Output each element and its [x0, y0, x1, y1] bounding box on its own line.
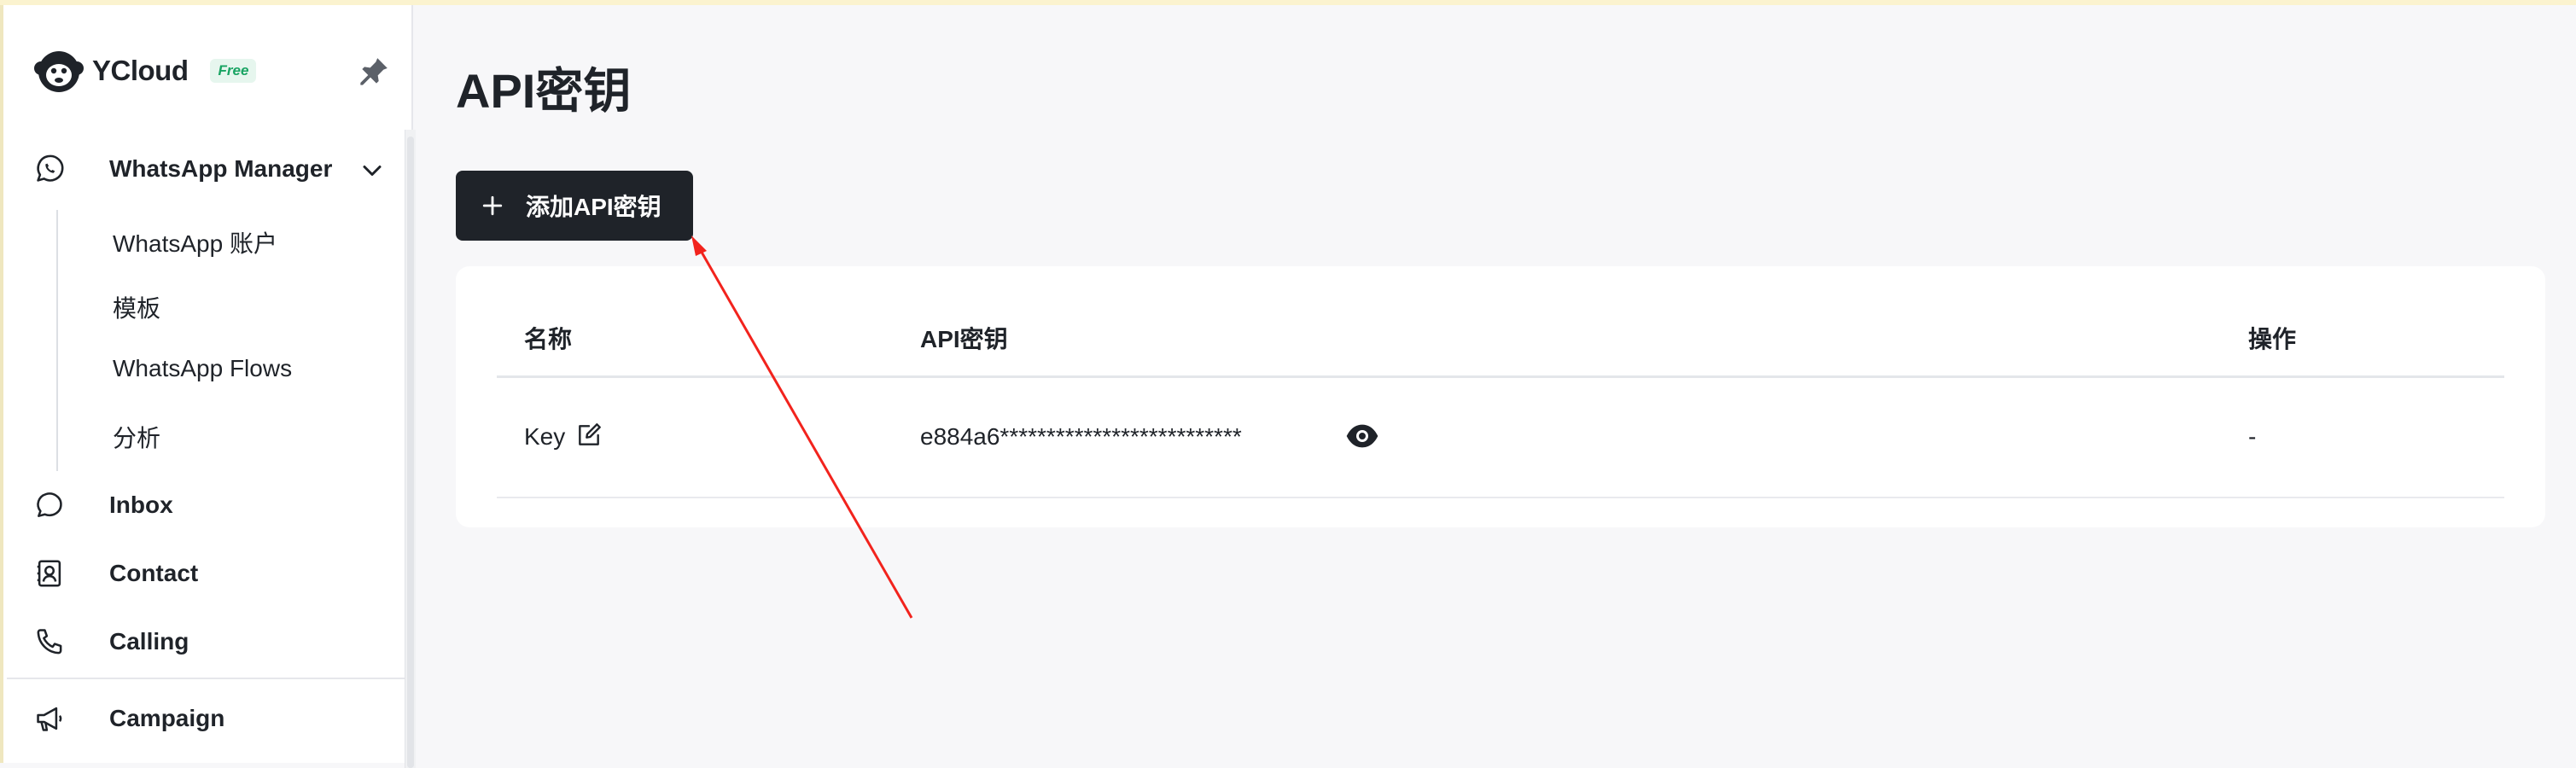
phone-icon	[31, 623, 68, 660]
sidebar-item-label: Campaign	[109, 705, 225, 731]
sidebar-item-contact[interactable]: Contact	[31, 550, 198, 597]
column-header-api-key: API密钥	[920, 326, 1008, 352]
chevron-down-icon[interactable]	[357, 155, 388, 186]
sidebar-item-campaign[interactable]: Campaign	[31, 695, 224, 742]
sidebar-item-calling[interactable]: Calling	[31, 618, 189, 666]
submenu-item-whatsapp-account[interactable]: WhatsApp 账户	[113, 225, 277, 259]
table-row-divider	[497, 497, 2504, 498]
chat-bubble-icon	[31, 486, 68, 524]
add-api-key-button[interactable]: 添加API密钥	[456, 171, 693, 241]
plan-badge: Free	[210, 59, 257, 83]
monkey-logo-icon	[34, 51, 84, 92]
submenu-item-analytics[interactable]: 分析	[113, 420, 160, 454]
api-key-value-cell: e884a6**************************	[920, 423, 1242, 450]
main-content: API密钥 添加API密钥 名称 API密钥 操作 Key e884a6****…	[413, 5, 2576, 763]
sidebar-item-label: Inbox	[109, 492, 173, 518]
plus-icon	[482, 195, 503, 216]
whatsapp-icon	[31, 150, 68, 188]
sidebar: YCloud Free WhatsApp Manager WhatsApp 账户…	[3, 5, 416, 768]
contact-card-icon	[31, 555, 68, 592]
pin-icon[interactable]	[357, 55, 391, 89]
sidebar-item-whatsapp-manager[interactable]: WhatsApp Manager	[31, 145, 332, 193]
edit-icon[interactable]	[575, 422, 603, 449]
column-header-actions: 操作	[2248, 326, 2297, 352]
column-header-name: 名称	[524, 326, 573, 352]
action-cell: -	[2248, 423, 2257, 450]
submenu-guide-line	[56, 210, 58, 471]
api-key-table: 名称 API密钥 操作 Key e884a6******************…	[456, 266, 2545, 527]
sidebar-item-label: Calling	[109, 628, 189, 655]
megaphone-icon	[31, 700, 68, 737]
submenu-item-whatsapp-flows[interactable]: WhatsApp Flows	[113, 355, 292, 382]
brand-logo[interactable]: YCloud Free	[31, 43, 257, 99]
sidebar-divider	[7, 678, 405, 679]
submenu-item-templates[interactable]: 模板	[113, 290, 160, 324]
add-api-key-label: 添加API密钥	[526, 194, 661, 220]
eye-icon[interactable]	[1345, 423, 1379, 449]
brand-name: YCloud	[92, 55, 189, 86]
sidebar-item-inbox[interactable]: Inbox	[31, 481, 173, 529]
page-title: API密钥	[456, 64, 632, 118]
key-name-cell: Key	[524, 423, 566, 450]
table-header-divider	[497, 375, 2504, 378]
sidebar-item-label: Contact	[109, 560, 199, 586]
sidebar-item-label: WhatsApp Manager	[109, 155, 333, 182]
